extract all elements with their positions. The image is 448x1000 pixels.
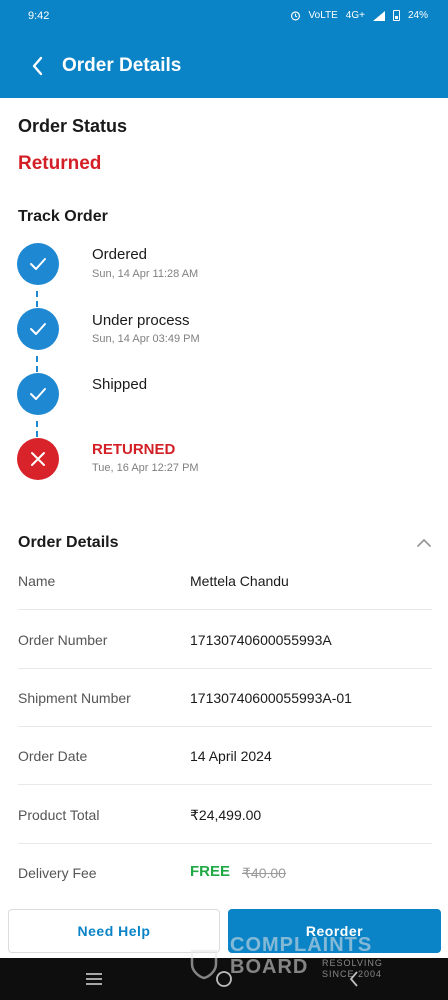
delivery-fee-original: ₹40.00 (242, 865, 286, 881)
detail-row-product-total: Product Total ₹24,499.00 (18, 786, 432, 844)
battery-icon (392, 10, 400, 21)
back-button[interactable] (22, 50, 54, 82)
detail-label: Product Total (18, 807, 100, 823)
signal-icon (372, 10, 385, 21)
check-icon (30, 388, 46, 400)
status-indicators: VoLTE 4G+ 24% (290, 10, 428, 21)
detail-label: Name (18, 573, 56, 589)
chevron-left-icon (349, 971, 358, 987)
bottom-action-bar: Need Help Reorder (0, 902, 448, 958)
step-label-ordered: Ordered (92, 246, 148, 263)
step-label-under-process: Under process (92, 312, 190, 329)
track-order-heading: Track Order (18, 208, 108, 225)
step-connector (36, 421, 38, 437)
step-label-returned: RETURNED (92, 441, 176, 458)
recent-apps-button[interactable] (64, 958, 124, 1000)
step-ordered-icon (17, 243, 59, 285)
order-details-heading: Order Details (18, 534, 119, 551)
alarm-icon (290, 11, 300, 21)
detail-label: Delivery Fee (18, 865, 97, 881)
step-under-process-icon (17, 308, 59, 350)
network-indicator-1: VoLTE (308, 10, 338, 21)
delivery-fee-free: FREE (190, 863, 231, 880)
step-label-shipped: Shipped (92, 376, 148, 393)
app-bar: Order Details (0, 34, 448, 98)
page-title: Order Details (62, 55, 182, 76)
battery-level: 24% (407, 10, 428, 21)
step-returned-icon (17, 438, 59, 480)
step-connector (36, 291, 38, 307)
menu-lines-icon (86, 973, 102, 985)
system-nav-bar (0, 958, 448, 1000)
network-indicator-2: 4G+ (345, 10, 365, 21)
step-shipped-icon (17, 373, 59, 415)
detail-value: 14 April 2024 (190, 748, 272, 764)
nav-back-button[interactable] (324, 958, 384, 1000)
detail-value: 17130740600055993A (190, 632, 332, 648)
detail-row-order-number: Order Number 17130740600055993A (18, 611, 432, 669)
detail-value: ₹24,499.00 (190, 807, 262, 823)
collapse-details-button[interactable] (414, 532, 434, 552)
step-date-returned: Tue, 16 Apr 12:27 PM (92, 462, 199, 474)
home-button[interactable] (194, 958, 254, 1000)
detail-row-delivery-fee: Delivery Fee FREE ₹40.00 (18, 844, 432, 902)
detail-row-shipment-number: Shipment Number 17130740600055993A-01 (18, 669, 432, 727)
detail-value: 17130740600055993A-01 (190, 690, 352, 706)
status-bar: 9:42 VoLTE 4G+ 24% (0, 0, 448, 34)
detail-label: Shipment Number (18, 690, 131, 706)
step-connector (36, 356, 38, 372)
cross-icon (31, 452, 45, 466)
detail-label: Order Date (18, 748, 88, 764)
order-status-heading: Order Status (18, 116, 128, 136)
check-icon (30, 258, 46, 270)
detail-label: Order Number (18, 632, 108, 648)
step-date-ordered: Sun, 14 Apr 11:28 AM (92, 268, 199, 280)
status-time: 9:42 (28, 10, 50, 22)
step-date-under-process: Sun, 14 Apr 03:49 PM (92, 333, 200, 345)
need-help-button[interactable]: Need Help (8, 909, 220, 953)
detail-value: Mettela Chandu (190, 573, 289, 589)
reorder-button[interactable]: Reorder (228, 909, 441, 953)
detail-row-order-date: Order Date 14 April 2024 (18, 727, 432, 785)
check-icon (30, 323, 46, 335)
order-status-value: Returned (18, 153, 102, 174)
chevron-up-icon (417, 538, 431, 547)
home-circle-icon (216, 971, 232, 987)
chevron-left-icon (32, 56, 43, 76)
detail-row-name: Name Mettela Chandu (18, 552, 432, 610)
